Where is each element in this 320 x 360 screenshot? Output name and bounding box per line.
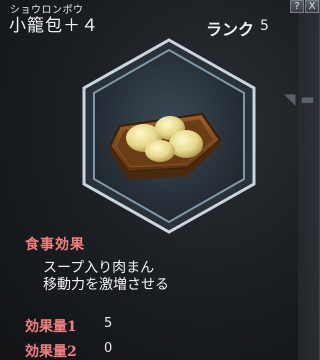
steamed-dumplings-icon bbox=[82, 38, 256, 234]
effect-amount-2-label: 効果量2 bbox=[25, 344, 77, 360]
effect-amount-1-label: 効果量1 bbox=[25, 319, 77, 335]
close-button[interactable]: X bbox=[305, 0, 319, 13]
effect-amount-2-value: 0 bbox=[104, 341, 113, 356]
rank-label: ランク bbox=[206, 20, 255, 39]
description-line: スープ入り肉まん bbox=[43, 260, 155, 276]
help-button[interactable]: ? bbox=[290, 0, 304, 13]
item-icon-frame bbox=[80, 38, 258, 234]
effect-amount-1-value: 5 bbox=[104, 316, 113, 331]
item-description: スープ入り肉まん 移動力を激増させる bbox=[43, 260, 169, 294]
description-line: 移動力を激増させる bbox=[43, 277, 169, 293]
rank-value: 5 bbox=[260, 18, 269, 34]
background-window-fragment: ◥ ▬ bbox=[284, 90, 315, 108]
meal-effect-heading: 食事効果 bbox=[25, 237, 85, 253]
item-name: 小籠包＋４ bbox=[9, 16, 99, 36]
window-edge bbox=[298, 0, 320, 360]
